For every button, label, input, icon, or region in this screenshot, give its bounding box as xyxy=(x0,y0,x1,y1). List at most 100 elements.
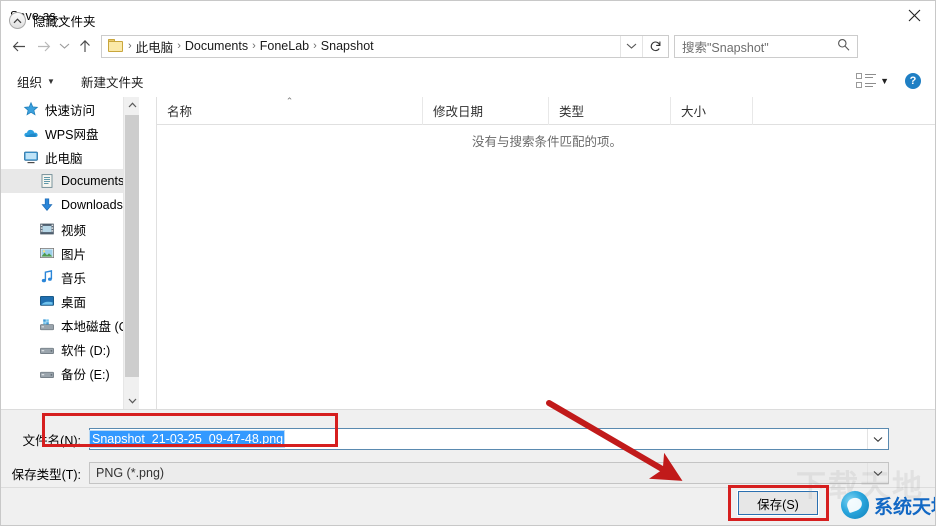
column-header-size[interactable]: 大小 xyxy=(671,96,753,125)
save-form: 文件名(N): Snapshot_21-03-25_09-47-48.png 保… xyxy=(1,409,935,487)
arrow-up-icon xyxy=(80,39,90,52)
search-input[interactable]: 搜索"Snapshot" xyxy=(682,37,769,56)
sidebar-item-drive-e[interactable]: 备份 (E:) xyxy=(1,361,139,385)
sidebar-item-label: 桌面 xyxy=(61,295,87,310)
filename-value[interactable]: Snapshot_21-03-25_09-47-48.png xyxy=(88,430,286,448)
column-header-name[interactable]: ⌃ 名称 xyxy=(157,95,423,125)
up-button[interactable] xyxy=(73,33,97,59)
chevron-down-icon xyxy=(626,43,637,49)
sidebar-item-label: 视频 xyxy=(61,223,87,238)
save-button[interactable]: 保存(S) xyxy=(737,490,819,516)
drive-icon xyxy=(39,365,55,381)
sidebar-item-videos[interactable]: 视频 xyxy=(1,217,139,241)
sidebar-item-local-disk-c[interactable]: 本地磁盘 (C:) xyxy=(1,313,139,337)
hide-folders-button[interactable]: 隐藏文件夹 xyxy=(9,11,96,30)
column-header-row: ⌃ 名称 修改日期 类型 大小 xyxy=(157,95,935,125)
sidebar-item-pictures[interactable]: 图片 xyxy=(1,241,139,265)
chevron-up-circle-icon xyxy=(9,12,26,29)
filetype-dropdown-button[interactable] xyxy=(867,463,888,483)
refresh-icon xyxy=(650,41,661,51)
help-label: ? xyxy=(909,74,917,87)
pictures-icon xyxy=(39,245,55,261)
column-header-label: 类型 xyxy=(559,105,585,119)
organize-button[interactable]: 组织 ▼ xyxy=(11,69,61,94)
arrow-right-icon xyxy=(37,41,50,51)
navigation-pane: 快速访问 WPS网盘 此电脑 Documents Downloads 视频 图片… xyxy=(1,97,139,409)
toolbar: 组织 ▼ 新建文件夹 ▼ ? xyxy=(1,65,935,97)
sidebar-item-label: 音乐 xyxy=(61,271,87,286)
sidebar-item-music[interactable]: 音乐 xyxy=(1,265,139,289)
search-box[interactable]: 搜索"Snapshot" xyxy=(674,34,858,58)
chevron-down-icon: ▼ xyxy=(47,76,55,86)
drive-system-icon xyxy=(39,317,55,333)
documents-icon xyxy=(39,173,55,189)
navigation-bar: › 此电脑 › Documents › FoneLab › Snapshot 搜… xyxy=(1,30,935,62)
help-icon[interactable]: ? xyxy=(905,73,921,89)
chevron-down-icon xyxy=(128,398,136,404)
music-icon xyxy=(39,269,55,285)
sidebar-item-desktop[interactable]: 桌面 xyxy=(1,289,139,313)
sidebar-item-label: Downloads xyxy=(61,198,123,212)
sidebar-item-downloads[interactable]: Downloads xyxy=(1,193,139,217)
breadcrumb-item-2[interactable]: FoneLab xyxy=(257,39,312,53)
address-bar[interactable]: › 此电脑 › Documents › FoneLab › Snapshot xyxy=(101,34,669,58)
column-header-type[interactable]: 类型 xyxy=(549,96,671,125)
column-header-label: 名称 xyxy=(167,105,193,119)
breadcrumb-item-1[interactable]: Documents xyxy=(182,39,251,53)
save-button-label: 保存(S) xyxy=(757,497,799,512)
main-content: 快速访问 WPS网盘 此电脑 Documents Downloads 视频 图片… xyxy=(1,95,935,409)
list-view-icon[interactable] xyxy=(856,72,878,90)
filetype-row: 保存类型(T): PNG (*.png) xyxy=(1,461,935,485)
chevron-down-icon xyxy=(873,436,883,442)
empty-list-message: 没有与搜索条件匹配的项。 xyxy=(471,135,622,149)
chevron-down-icon xyxy=(873,470,883,476)
view-options-caret-icon[interactable]: ▼ xyxy=(880,76,889,86)
sidebar-item-label: WPS网盘 xyxy=(45,127,99,142)
sidebar-item-documents[interactable]: Documents xyxy=(1,169,139,193)
close-button[interactable] xyxy=(891,1,935,30)
drive-icon xyxy=(39,341,55,357)
sidebar-scrollbar[interactable] xyxy=(123,97,139,409)
refresh-button[interactable] xyxy=(642,35,668,57)
breadcrumb-item-3[interactable]: Snapshot xyxy=(318,39,377,53)
filename-dropdown-button[interactable] xyxy=(867,429,888,449)
back-button[interactable] xyxy=(7,33,31,59)
filetype-select[interactable]: PNG (*.png) xyxy=(89,462,889,484)
column-header-date-modified[interactable]: 修改日期 xyxy=(423,96,549,125)
chevron-down-icon xyxy=(59,43,69,49)
save-as-dialog: Save as... › 此电脑 › Documents › FoneLab ›… xyxy=(0,0,936,526)
sidebar-item-this-pc[interactable]: 此电脑 xyxy=(1,145,139,169)
sidebar-item-quick-access[interactable]: 快速访问 xyxy=(1,97,139,121)
search-icon xyxy=(837,38,850,54)
breadcrumb-item-0[interactable]: 此电脑 xyxy=(133,37,177,56)
cloud-icon xyxy=(23,125,39,141)
sort-ascending-icon: ⌃ xyxy=(285,95,294,106)
file-list-pane: ⌃ 名称 修改日期 类型 大小 没有与搜索条件匹配的项。 xyxy=(156,95,935,409)
desktop-icon xyxy=(39,293,55,309)
toolbar-right-group: ▼ ? xyxy=(856,65,935,97)
star-icon xyxy=(23,101,39,117)
forward-button[interactable] xyxy=(31,33,55,59)
organize-label: 组织 xyxy=(17,75,43,90)
address-dropdown-button[interactable] xyxy=(620,35,642,57)
column-header-label: 修改日期 xyxy=(433,105,484,119)
downloads-icon xyxy=(39,197,55,213)
recent-locations-button[interactable] xyxy=(55,33,73,59)
filetype-value: PNG (*.png) xyxy=(96,466,165,480)
sidebar-item-drive-d[interactable]: 软件 (D:) xyxy=(1,337,139,361)
hide-folders-label: 隐藏文件夹 xyxy=(33,15,96,29)
new-folder-button[interactable]: 新建文件夹 xyxy=(75,69,150,94)
video-icon xyxy=(39,221,55,237)
chevron-up-icon xyxy=(128,102,136,108)
computer-icon xyxy=(23,149,39,165)
filename-input[interactable]: Snapshot_21-03-25_09-47-48.png xyxy=(88,428,889,450)
sidebar-item-wps-cloud[interactable]: WPS网盘 xyxy=(1,121,139,145)
sidebar-item-label: 备份 (E:) xyxy=(61,367,110,382)
sidebar-item-label: 快速访问 xyxy=(45,103,96,118)
scrollbar-thumb[interactable] xyxy=(125,115,139,377)
scroll-down-button[interactable] xyxy=(124,393,139,409)
scroll-up-button[interactable] xyxy=(124,97,139,113)
column-header-label: 大小 xyxy=(681,105,707,119)
new-folder-label: 新建文件夹 xyxy=(80,75,144,90)
title-bar: Save as... xyxy=(1,1,935,30)
